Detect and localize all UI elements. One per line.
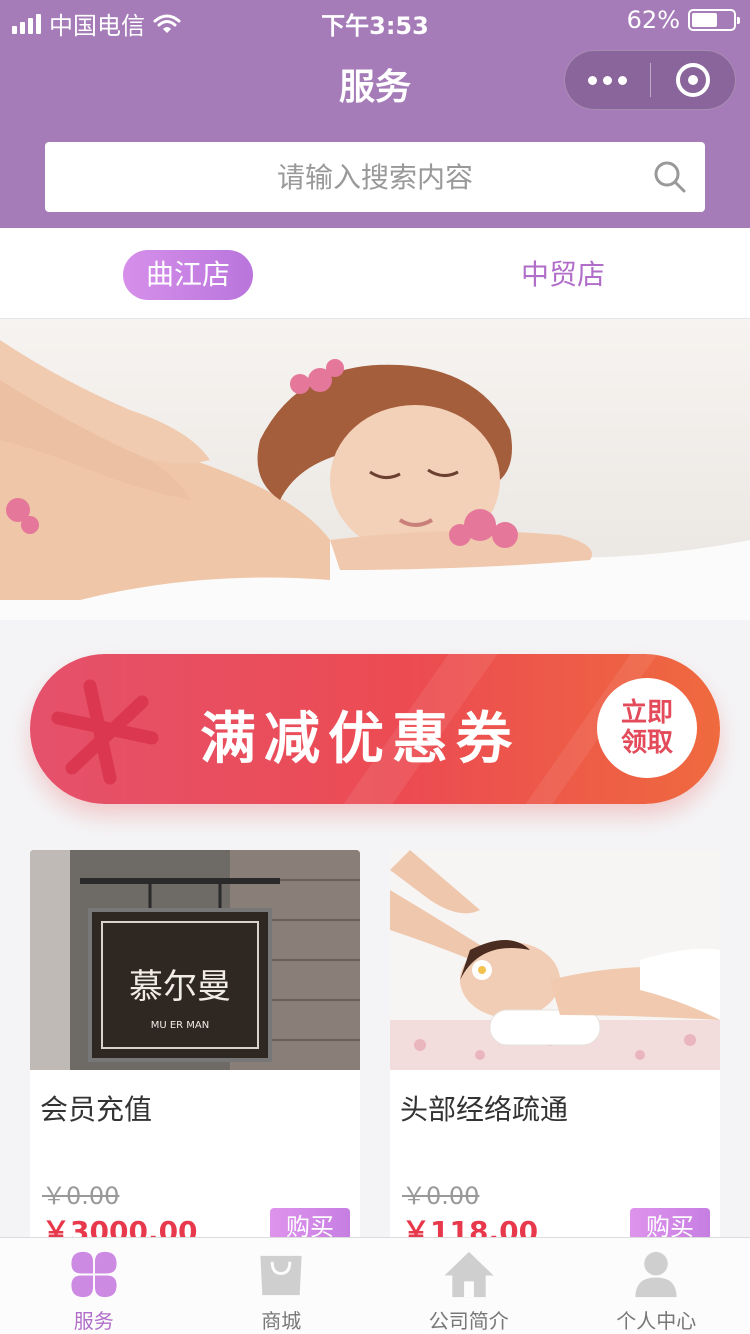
product-image[interactable]: 慕尔曼 MU ER MAN xyxy=(30,850,360,1070)
original-price: ￥0.00 xyxy=(42,1182,120,1210)
search-bar[interactable] xyxy=(45,142,705,212)
status-right: 62% xyxy=(626,6,740,34)
claim-label-line1: 立即 xyxy=(620,698,673,728)
tab-label: 公司简介 xyxy=(428,1309,509,1333)
banner-illustration xyxy=(0,320,750,620)
product-card[interactable]: 慕尔曼 MU ER MAN 会员充值 ￥0.00 ￥3000.00 购买 xyxy=(30,850,360,1240)
massage-banner-image[interactable] xyxy=(0,320,750,620)
tab-profile[interactable]: 个人中心 xyxy=(563,1238,750,1334)
tab-label: 商城 xyxy=(261,1309,302,1333)
product-price: ￥3000.00 xyxy=(42,1215,198,1240)
coupon-banner[interactable]: 满减优惠券 立即 领取 xyxy=(30,654,720,804)
product-name: 头部经络疏通 xyxy=(400,1093,569,1126)
more-dot-icon xyxy=(602,75,612,85)
product-image[interactable] xyxy=(390,850,720,1070)
search-icon[interactable] xyxy=(653,160,687,194)
search-input[interactable] xyxy=(115,160,635,194)
target-icon xyxy=(675,63,710,97)
header: 中国电信 下午3:53 62% 服务 xyxy=(0,0,750,228)
tab-mall[interactable]: 商城 xyxy=(188,1238,376,1334)
tab-store-qujiang[interactable]: 曲江店 xyxy=(123,250,253,300)
tab-label: 服务 xyxy=(73,1309,114,1333)
original-price: ￥0.00 xyxy=(402,1182,480,1210)
store-tabs: 曲江店 中贸店 xyxy=(0,228,750,319)
sign-subtext: MU ER MAN xyxy=(151,1020,210,1031)
claim-label-line2: 领取 xyxy=(620,728,673,758)
asterisk-icon xyxy=(51,679,159,785)
more-button[interactable] xyxy=(565,51,650,109)
head-massage-illustration xyxy=(390,850,720,1070)
battery-icon xyxy=(688,9,740,31)
coupon-title: 满减优惠券 xyxy=(200,706,520,772)
claim-coupon-button[interactable]: 立即 领取 xyxy=(597,678,697,778)
tab-company-profile[interactable]: 公司简介 xyxy=(375,1238,563,1334)
product-card[interactable]: 头部经络疏通 ￥0.00 ￥118.00 购买 xyxy=(390,850,720,1240)
buy-button[interactable]: 购买 xyxy=(270,1208,350,1240)
home-icon xyxy=(444,1251,494,1298)
product-name: 会员充值 xyxy=(40,1093,153,1126)
close-miniprogram-button[interactable] xyxy=(651,51,736,109)
more-dot-icon xyxy=(587,75,597,85)
target-dot xyxy=(687,75,698,85)
product-price: ￥118.00 xyxy=(402,1215,539,1240)
battery-text: 62% xyxy=(626,6,680,34)
shopping-bag-icon xyxy=(260,1255,302,1296)
tab-service[interactable]: 服务 xyxy=(0,1238,188,1334)
more-dot-icon xyxy=(617,75,627,85)
status-bar: 中国电信 下午3:53 62% xyxy=(0,0,750,40)
bottom-tab-bar: 服务 商城 公司简介 个人中心 xyxy=(0,1237,750,1334)
grid-petals-icon xyxy=(71,1251,117,1298)
tab-label: 个人中心 xyxy=(616,1309,697,1333)
miniprogram-capsule xyxy=(564,50,736,110)
buy-button[interactable]: 购买 xyxy=(630,1208,710,1240)
sign-text: 慕尔曼 xyxy=(129,967,231,1007)
tab-store-zhongmao[interactable]: 中贸店 xyxy=(498,250,628,300)
person-icon xyxy=(635,1251,677,1298)
shop-sign-illustration: 慕尔曼 MU ER MAN xyxy=(30,850,360,1070)
battery-level xyxy=(692,13,717,27)
